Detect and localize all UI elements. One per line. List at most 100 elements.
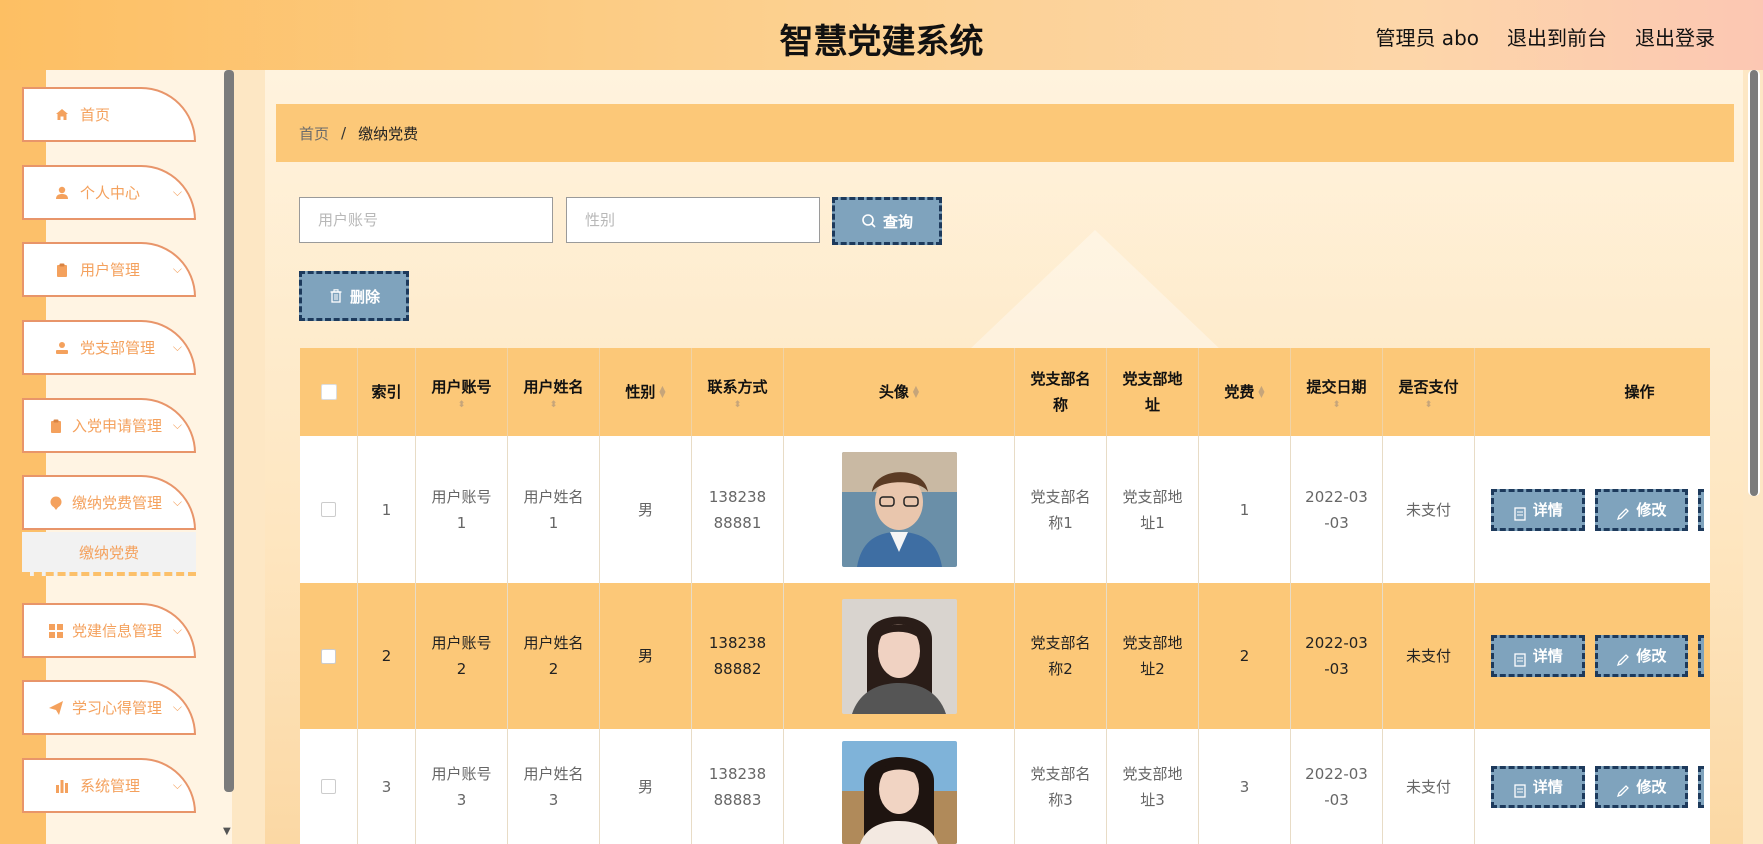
clipboard-icon	[48, 418, 64, 434]
phone-cell: 13823888883	[692, 729, 784, 844]
account-cell: 用户账号1	[416, 436, 508, 583]
avatar[interactable]	[841, 741, 957, 844]
chevron-down-icon: ⌵	[172, 340, 182, 354]
column-header[interactable]: 头像 ▲ ▼	[784, 348, 1015, 436]
scroll-down-arrow-icon[interactable]: ▼	[223, 826, 231, 837]
sidebar-item-label: 个人中心	[80, 184, 141, 202]
fee-cell: 2	[1199, 583, 1291, 729]
sidebar-item-branch-management[interactable]: 党支部管理 ⌵	[22, 320, 196, 375]
logout-link[interactable]: 退出登录	[1635, 22, 1715, 51]
row-select-cell	[300, 436, 358, 583]
user-icon	[54, 185, 70, 201]
index-cell: 2	[358, 583, 416, 729]
delete-row-button[interactable]	[1698, 765, 1705, 808]
chevron-down-icon: ⌵	[172, 495, 182, 509]
breadcrumb: 首页 / 缴纳党费	[276, 104, 1734, 162]
detail-button[interactable]: 详情	[1491, 635, 1585, 677]
column-header[interactable]: 是否支付 ⬍	[1383, 348, 1475, 436]
sidebar-item-dues-management[interactable]: 缴纳党费管理 ⌵	[22, 475, 196, 530]
account-search-input[interactable]	[299, 197, 553, 243]
index-cell: 1	[358, 436, 416, 583]
exit-to-front-link[interactable]: 退出到前台	[1507, 22, 1607, 51]
edit-button[interactable]: 修改	[1594, 635, 1689, 677]
sidebar-subitem-pay-dues[interactable]: 缴纳党费	[22, 532, 196, 576]
document-icon	[1513, 503, 1527, 521]
delete-button[interactable]: 删除	[299, 271, 409, 321]
sort-icon[interactable]: ⬍	[734, 400, 742, 410]
row-checkbox[interactable]	[321, 502, 336, 517]
branch-cell: 党支部名称2	[1015, 583, 1107, 729]
pencil-icon	[1616, 503, 1630, 520]
name-cell: 用户姓名1	[508, 436, 600, 583]
breadcrumb-separator: /	[341, 124, 347, 142]
trash-icon	[328, 288, 344, 304]
column-header[interactable]: 党费 ▲ ▼	[1199, 348, 1291, 436]
column-header[interactable]: 党支部名称	[1015, 348, 1107, 436]
address-cell: 党支部地址1	[1107, 436, 1199, 583]
sidebar-item-label: 党支部管理	[80, 339, 156, 357]
sort-icon[interactable]: ⬍	[1425, 400, 1433, 410]
detail-button[interactable]: 详情	[1491, 765, 1585, 808]
delete-row-button[interactable]	[1698, 635, 1705, 677]
date-cell: 2022-03-03	[1291, 729, 1383, 844]
sidebar-item-system-management[interactable]: 系统管理 ⌵	[22, 758, 196, 813]
edit-button[interactable]: 修改	[1594, 765, 1689, 808]
row-checkbox[interactable]	[321, 779, 336, 794]
person-icon	[54, 340, 70, 356]
select-all-cell	[300, 348, 358, 436]
select-all-checkbox[interactable]	[320, 384, 337, 400]
column-header[interactable]: 用户姓名 ⬍	[508, 348, 600, 436]
sidebar-item-user-management[interactable]: 用户管理 ⌵	[22, 242, 196, 297]
fee-cell: 3	[1199, 729, 1291, 844]
chevron-down-icon: ⌵	[172, 778, 182, 792]
date-cell: 2022-03-03	[1291, 583, 1383, 729]
sidebar-item-label: 首页	[80, 106, 111, 124]
sidebar-item-label: 用户管理	[80, 261, 141, 279]
column-header[interactable]: 提交日期 ⬍	[1291, 348, 1383, 436]
column-header[interactable]: 联系方式 ⬍	[692, 348, 784, 436]
table-row[interactable]: 2 用户账号2 用户姓名2 男 13823888882 党支部名称2 党支部地址…	[300, 583, 1710, 729]
column-header[interactable]: 党支部地址	[1107, 348, 1199, 436]
document-icon	[1513, 649, 1527, 667]
sidebar-scrollbar[interactable]	[224, 70, 234, 792]
sort-icon[interactable]: ⬍	[1333, 400, 1341, 410]
table-row[interactable]: 1 用户账号1 用户姓名1 男 13823888881 党支部名称1 党支部地址…	[300, 436, 1710, 583]
column-header[interactable]: 性别 ▲ ▼	[600, 348, 692, 436]
sidebar-item-info-management[interactable]: 党建信息管理 ⌵	[22, 603, 196, 658]
sort-icon[interactable]: ⬍	[458, 400, 466, 410]
edit-button[interactable]: 修改	[1594, 488, 1689, 531]
admin-label: 管理员 abo	[1375, 26, 1479, 50]
pin-icon	[48, 495, 64, 511]
detail-button[interactable]: 详情	[1491, 488, 1585, 531]
sidebar-item-home[interactable]: 首页	[22, 87, 196, 142]
sidebar-item-application-management[interactable]: 入党申请管理 ⌵	[22, 398, 196, 453]
sidebar-item-learning-management[interactable]: 学习心得管理 ⌵	[22, 680, 196, 735]
avatar[interactable]	[841, 452, 957, 567]
page-scrollbar-thumb[interactable]	[1750, 70, 1758, 496]
sort-icon[interactable]: ▲ ▼	[1258, 385, 1264, 399]
delete-button-label: 删除	[349, 287, 380, 306]
sort-icon[interactable]: ▲ ▼	[913, 385, 919, 399]
delete-row-button[interactable]	[1698, 488, 1705, 531]
sort-icon[interactable]: ▲ ▼	[659, 385, 665, 399]
avatar[interactable]	[841, 598, 957, 714]
address-cell: 党支部地址2	[1107, 583, 1199, 729]
query-button[interactable]: 查询	[832, 197, 942, 245]
gender-search-input[interactable]	[566, 197, 820, 243]
breadcrumb-home[interactable]: 首页	[299, 123, 329, 144]
gender-cell: 男	[600, 436, 692, 583]
address-cell: 党支部地址3	[1107, 729, 1199, 844]
grid-icon	[48, 623, 64, 639]
branch-cell: 党支部名称3	[1015, 729, 1107, 844]
fee-cell: 1	[1199, 436, 1291, 583]
sidebar-subitem-label: 缴纳党费	[78, 543, 139, 562]
sort-icon[interactable]: ⬍	[550, 400, 558, 410]
sidebar-item-label: 党建信息管理	[72, 622, 163, 640]
sidebar-item-label: 学习心得管理	[72, 699, 163, 717]
actions-cell: 详情 修改	[1475, 729, 1710, 844]
row-checkbox[interactable]	[321, 648, 336, 664]
column-header[interactable]: 用户账号 ⬍	[416, 348, 508, 436]
table-row[interactable]: 3 用户账号3 用户姓名3 男 13823888883 党支部名称3 党支部地址…	[300, 729, 1710, 844]
sidebar-item-personal-center[interactable]: 个人中心 ⌵	[22, 165, 196, 220]
chevron-down-icon: ⌵	[172, 262, 182, 276]
